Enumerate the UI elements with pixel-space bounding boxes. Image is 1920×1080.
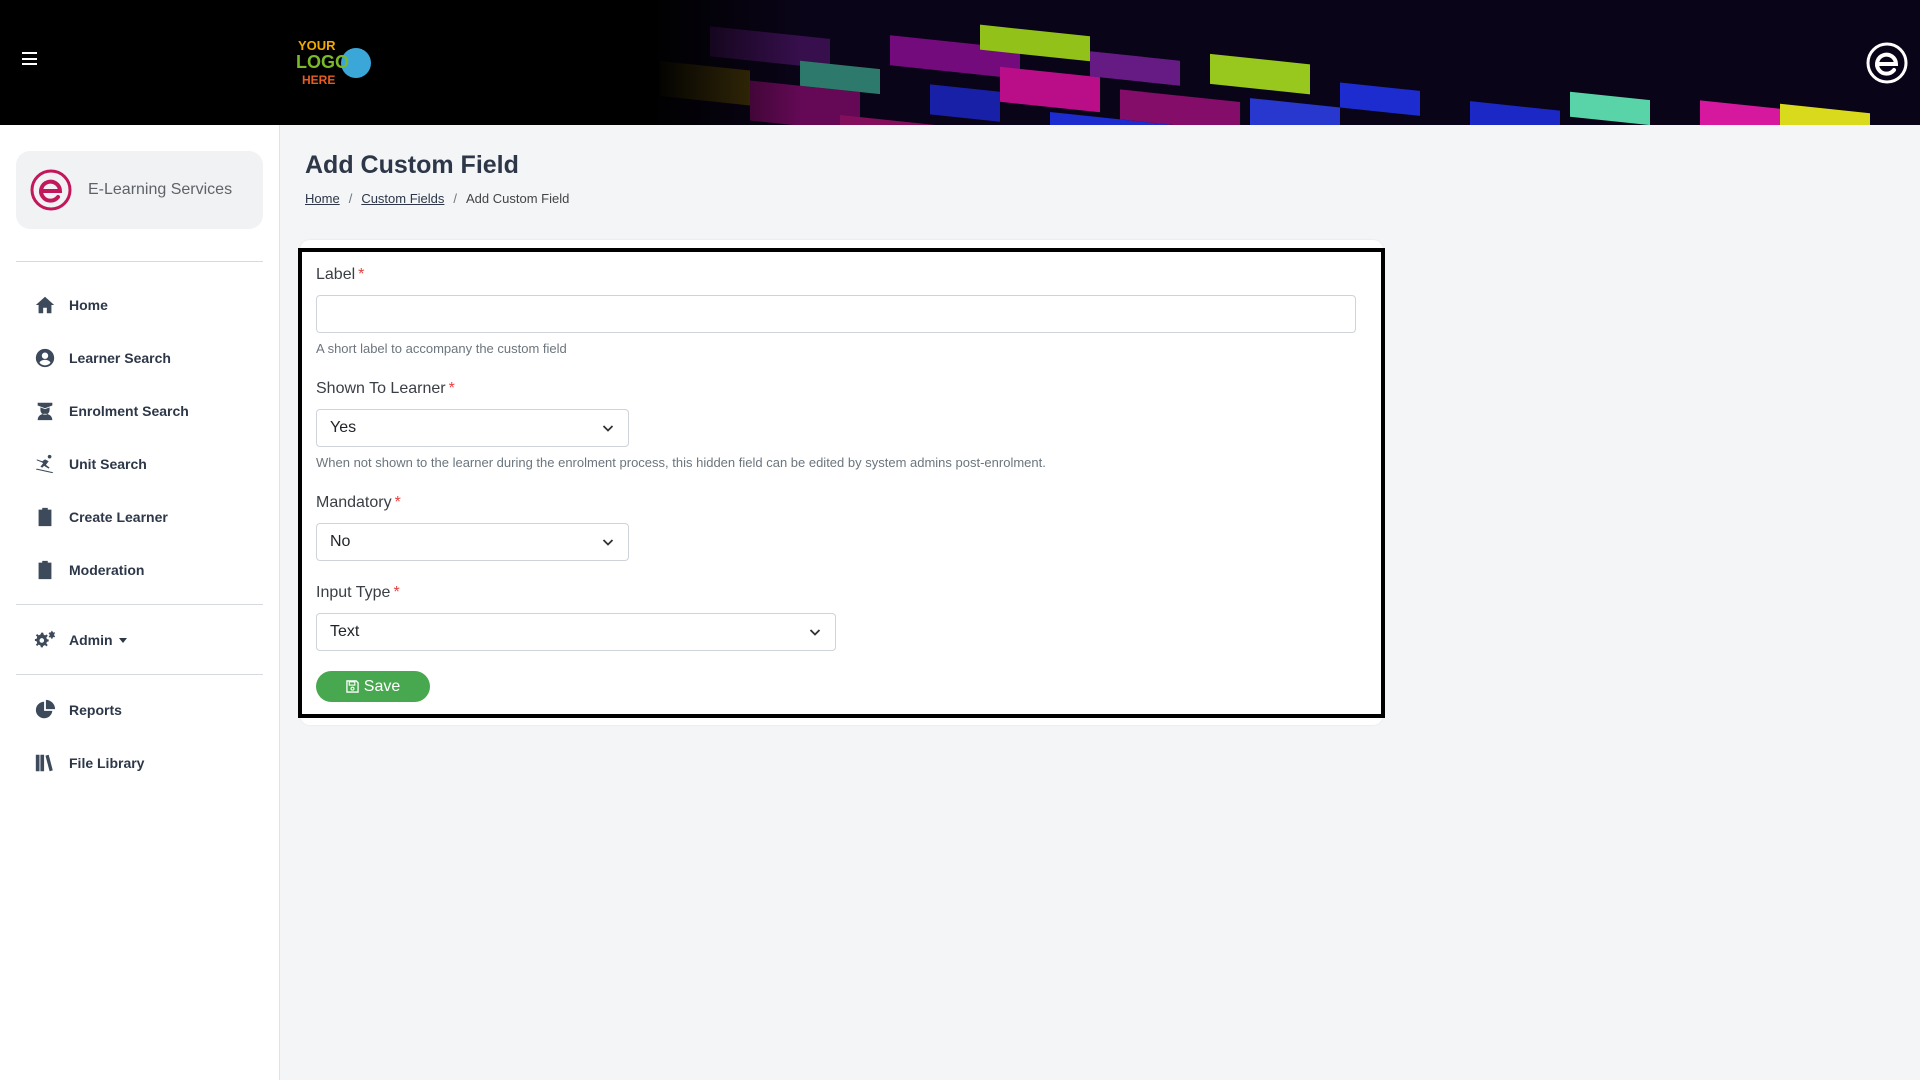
sidebar-item-enrolment-search[interactable]: Enrolment Search bbox=[34, 400, 189, 422]
mandatory-select[interactable]: No bbox=[316, 523, 629, 561]
clipboard-list-icon bbox=[38, 507, 52, 527]
sidebar-item-create-learner[interactable]: Create Learner bbox=[34, 506, 168, 528]
books-icon bbox=[35, 754, 53, 772]
breadcrumb-separator: / bbox=[453, 191, 458, 206]
clipboard-icon bbox=[38, 560, 52, 580]
svg-text:LOGO: LOGO bbox=[296, 52, 349, 72]
skier-icon bbox=[35, 454, 54, 474]
sidebar-item-moderation[interactable]: Moderation bbox=[34, 559, 144, 581]
sidebar-item-label: Reports bbox=[69, 702, 122, 718]
label-input[interactable] bbox=[316, 295, 1356, 333]
mandatory-label: Mandatory * bbox=[316, 494, 401, 511]
sidebar-item-label: Unit Search bbox=[69, 456, 147, 472]
hamburger-menu-icon[interactable] bbox=[22, 52, 37, 65]
chevron-down-icon bbox=[809, 629, 821, 636]
breadcrumb: Home / Custom Fields / Add Custom Field bbox=[305, 191, 569, 206]
caret-down-icon bbox=[118, 637, 127, 643]
sidebar-item-home[interactable]: Home bbox=[34, 294, 108, 316]
breadcrumb-separator: / bbox=[348, 191, 353, 206]
chevron-down-icon bbox=[602, 539, 614, 546]
required-marker: * bbox=[358, 266, 365, 283]
sidebar-item-label: File Library bbox=[69, 755, 145, 771]
select-value: No bbox=[330, 533, 351, 550]
brand-e-icon bbox=[30, 169, 72, 211]
label-help-text: A short label to accompany the custom fi… bbox=[316, 341, 567, 356]
label-field-label: Label * bbox=[316, 266, 365, 283]
organisation-card[interactable]: E-Learning Services bbox=[16, 151, 263, 229]
select-value: Text bbox=[330, 623, 360, 640]
required-marker: * bbox=[448, 380, 455, 397]
top-header: YOUR LOGO HERE bbox=[0, 0, 1920, 125]
breadcrumb-custom-fields-link[interactable]: Custom Fields bbox=[361, 191, 444, 206]
svg-text:YOUR: YOUR bbox=[298, 38, 336, 53]
graduate-icon bbox=[37, 402, 53, 421]
floppy-disk-icon bbox=[346, 680, 359, 693]
cogs-icon bbox=[34, 630, 56, 648]
chevron-down-icon bbox=[602, 425, 614, 432]
shown-to-learner-label: Shown To Learner * bbox=[316, 380, 455, 397]
sidebar-item-admin[interactable]: Admin bbox=[34, 629, 127, 651]
sidebar-item-label: Enrolment Search bbox=[69, 403, 189, 419]
save-button-label: Save bbox=[363, 677, 401, 695]
breadcrumb-current: Add Custom Field bbox=[466, 191, 570, 206]
user-circle-icon bbox=[35, 348, 55, 368]
input-type-label: Input Type * bbox=[316, 584, 400, 601]
sidebar-item-label: Home bbox=[69, 297, 108, 313]
shown-to-learner-help-text: When not shown to the learner during the… bbox=[316, 455, 1046, 470]
add-custom-field-form: Label * A short label to accompany the cu… bbox=[298, 248, 1385, 718]
company-logo: YOUR LOGO HERE bbox=[296, 38, 371, 87]
shown-to-learner-select[interactable]: Yes bbox=[316, 409, 629, 447]
sidebar-item-label: Admin bbox=[69, 632, 113, 648]
sidebar-divider bbox=[16, 604, 263, 605]
svg-text:HERE: HERE bbox=[302, 73, 335, 87]
organisation-name: E-Learning Services bbox=[88, 181, 233, 198]
page-title: Add Custom Field bbox=[305, 151, 519, 179]
sidebar-item-label: Learner Search bbox=[69, 350, 171, 366]
breadcrumb-home-link[interactable]: Home bbox=[305, 191, 340, 206]
sidebar-item-file-library[interactable]: File Library bbox=[34, 752, 144, 774]
sidebar-item-unit-search[interactable]: Unit Search bbox=[34, 453, 147, 475]
required-marker: * bbox=[393, 584, 400, 601]
sidebar-divider bbox=[16, 261, 263, 262]
header-banner-image bbox=[650, 0, 1920, 125]
brand-e-icon[interactable] bbox=[1866, 42, 1908, 84]
sidebar-item-learner-search[interactable]: Learner Search bbox=[34, 347, 171, 369]
sidebar: E-Learning Services Home Learner Search … bbox=[0, 125, 280, 1080]
sidebar-item-reports[interactable]: Reports bbox=[34, 699, 122, 721]
sidebar-item-label: Moderation bbox=[69, 562, 145, 578]
input-type-select[interactable]: Text bbox=[316, 613, 836, 651]
required-marker: * bbox=[394, 494, 401, 511]
select-value: Yes bbox=[330, 419, 357, 436]
save-button[interactable]: Save bbox=[316, 671, 430, 702]
sidebar-item-label: Create Learner bbox=[69, 509, 168, 525]
pie-chart-icon bbox=[35, 699, 56, 719]
home-icon bbox=[35, 296, 55, 314]
sidebar-divider bbox=[16, 674, 263, 675]
